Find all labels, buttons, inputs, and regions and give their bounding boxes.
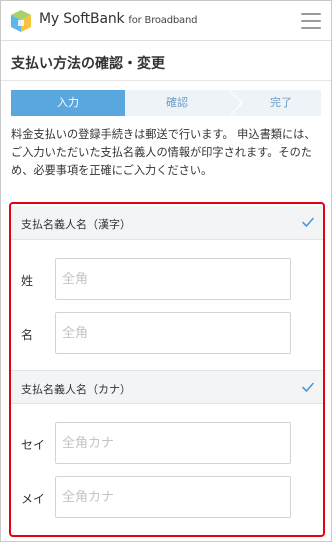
progress-steps: 入力 確認 完了 bbox=[11, 90, 321, 116]
softbank-cube-logo-icon[interactable] bbox=[9, 9, 33, 33]
first-name-kana-input[interactable] bbox=[55, 476, 291, 518]
first-name-kana-label: メイ bbox=[21, 492, 46, 506]
section-header-kanji: 支払名義人名（漢字） bbox=[11, 206, 323, 240]
last-name-kanji-input[interactable] bbox=[55, 258, 291, 300]
app-frame: My SoftBank for Broadband 支払い方法の確認・変更 入力 … bbox=[0, 0, 332, 542]
checkmark-icon bbox=[302, 217, 314, 227]
step-input: 入力 bbox=[11, 90, 137, 116]
logo-main: My SoftBank bbox=[39, 11, 125, 27]
checkmark-icon bbox=[302, 382, 314, 392]
last-name-kana-input[interactable] bbox=[55, 422, 291, 464]
intro-text: 料金支払いの登録手続きは郵送で行います。 申込書類には、ご入力いただいた支払名義… bbox=[11, 128, 316, 177]
divider bbox=[1, 80, 331, 81]
app-logo-text[interactable]: My SoftBank for Broadband bbox=[39, 11, 197, 27]
section-header-kana: 支払名義人名（カナ） bbox=[11, 370, 323, 404]
payer-name-form: 支払名義人名（漢字） 姓 名 支払名義人名（カナ） セイ メイ bbox=[9, 202, 325, 537]
section-heading-kana: 支払名義人名（カナ） bbox=[21, 383, 131, 396]
hamburger-menu-icon[interactable] bbox=[301, 13, 321, 29]
last-name-kana-label: セイ bbox=[21, 438, 46, 452]
logo-sub: for Broadband bbox=[128, 15, 198, 26]
step-confirm: 確認 bbox=[125, 90, 243, 116]
first-name-kanji-input[interactable] bbox=[55, 312, 291, 354]
header: My SoftBank for Broadband bbox=[1, 1, 331, 41]
last-name-kanji-label: 姓 bbox=[21, 274, 34, 288]
section-heading-kanji: 支払名義人名（漢字） bbox=[21, 218, 131, 231]
first-name-kanji-label: 名 bbox=[21, 328, 34, 342]
page-title: 支払い方法の確認・変更 bbox=[11, 56, 165, 72]
